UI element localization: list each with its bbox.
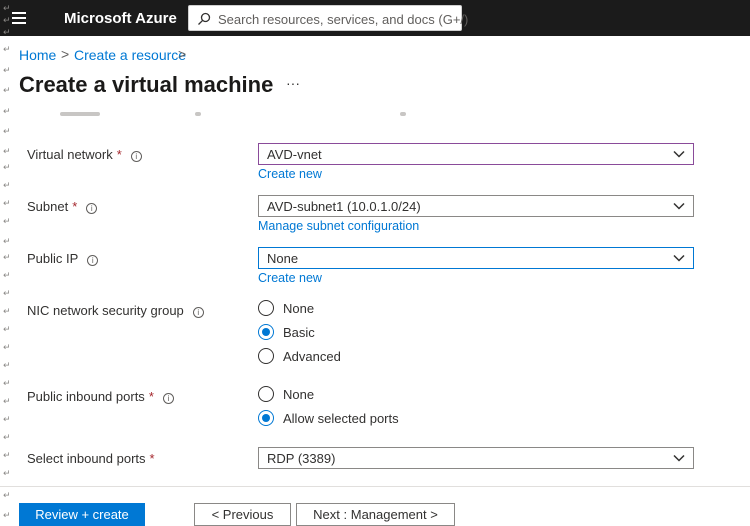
virtual-network-value: AVD-vnet <box>267 147 322 162</box>
virtual-network-label: Virtual network * i <box>27 147 142 162</box>
required-asterisk: * <box>149 451 155 466</box>
breadcrumb-create-resource[interactable]: Create a resource <box>74 47 186 63</box>
select-inbound-ports-label: Select inbound ports * <box>27 451 155 466</box>
nic-nsg-label: NIC network security group i <box>27 303 204 318</box>
chevron-down-icon <box>673 454 685 462</box>
public-ip-label: Public IP i <box>27 251 99 266</box>
search-icon <box>198 12 211 25</box>
page-title: Create a virtual machine <box>19 72 274 97</box>
more-options-button[interactable]: ··· <box>286 75 300 91</box>
inbound-ports-value: RDP (3389) <box>267 451 336 466</box>
radio-circle[interactable] <box>258 410 274 426</box>
chevron-down-icon <box>673 150 685 158</box>
required-asterisk: * <box>148 389 154 404</box>
chevron-down-icon <box>673 202 685 210</box>
create-new-public-ip-link[interactable]: Create new <box>258 271 322 285</box>
footer-divider <box>0 486 750 487</box>
info-icon[interactable]: i <box>192 307 204 318</box>
breadcrumb-separator: > <box>178 46 187 62</box>
create-new-vnet-link[interactable]: Create new <box>258 167 322 181</box>
virtual-network-dropdown[interactable]: AVD-vnet <box>258 143 694 165</box>
manage-subnet-link[interactable]: Manage subnet configuration <box>258 219 419 233</box>
subnet-label: Subnet * i <box>27 199 98 214</box>
public-ip-value: None <box>267 251 299 266</box>
info-icon[interactable]: i <box>86 203 98 214</box>
info-icon[interactable]: i <box>87 255 99 266</box>
cut-off-text <box>60 110 420 118</box>
review-create-button[interactable]: Review + create <box>19 503 145 526</box>
info-icon[interactable]: i <box>162 393 174 404</box>
subnet-dropdown[interactable]: AVD-subnet1 (10.0.1.0/24) <box>258 195 694 217</box>
public-inbound-ports-label: Public inbound ports * i <box>27 389 174 404</box>
chevron-down-icon <box>673 254 685 262</box>
radio-circle[interactable] <box>258 300 274 316</box>
breadcrumb-home[interactable]: Home <box>19 47 56 63</box>
required-asterisk: * <box>72 199 78 214</box>
select-inbound-ports-dropdown[interactable]: RDP (3389) <box>258 447 694 469</box>
public-ip-dropdown[interactable]: None <box>258 247 694 269</box>
breadcrumb-separator: > <box>61 46 70 62</box>
info-icon[interactable]: i <box>130 151 142 162</box>
hamburger-menu-icon[interactable] <box>9 8 31 28</box>
radio-circle[interactable] <box>258 386 274 402</box>
previous-button[interactable]: < Previous <box>194 503 291 526</box>
top-bar: Microsoft Azure Search resources, servic… <box>0 0 750 36</box>
search-placeholder: Search resources, services, and docs (G+… <box>218 12 469 27</box>
search-input[interactable]: Search resources, services, and docs (G+… <box>188 5 468 31</box>
radio-circle[interactable] <box>258 324 274 340</box>
radio-circle[interactable] <box>258 348 274 364</box>
subnet-value: AVD-subnet1 (10.0.1.0/24) <box>267 199 421 214</box>
brand-title[interactable]: Microsoft Azure <box>64 10 177 27</box>
next-management-button[interactable]: Next : Management > <box>296 503 455 526</box>
required-asterisk: * <box>116 147 122 162</box>
